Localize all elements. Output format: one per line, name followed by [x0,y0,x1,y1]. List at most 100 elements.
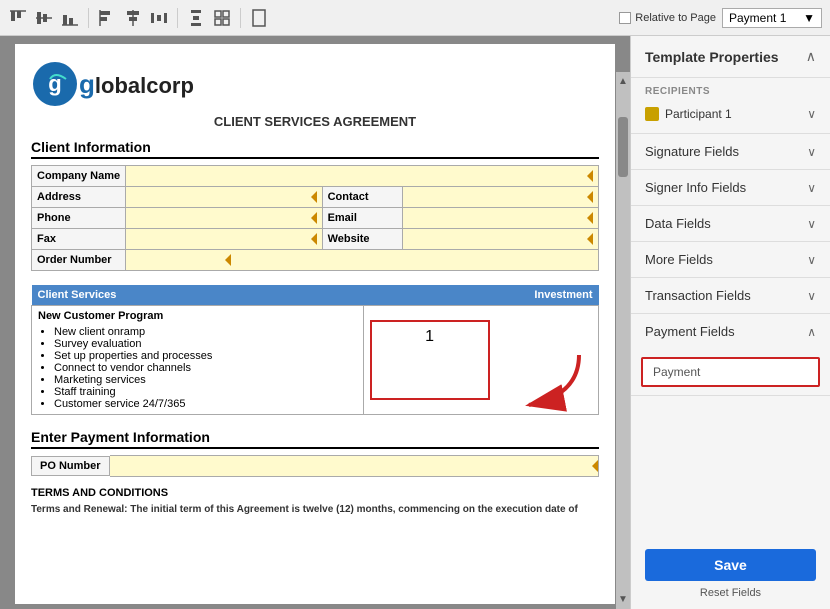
contact-label: Contact [322,187,402,208]
phone-fill [131,211,316,225]
data-fields-chevron: ∨ [807,217,816,231]
services-col-header: Client Services [32,285,364,306]
align-top-icon[interactable] [8,8,28,28]
distribute-v-icon[interactable] [186,8,206,28]
template-properties-title: Template Properties [645,49,779,65]
align-center-v-icon[interactable] [34,8,54,28]
payment-field-label: Payment [653,365,700,379]
address-label: Address [32,187,126,208]
template-properties-chevron: ∧ [806,48,816,65]
transaction-fields-accordion: Transaction Fields ∨ [631,278,830,314]
align-center-h-icon[interactable] [123,8,143,28]
main-area: g g lobalcorp CLIENT SERVICES AGREEMENT … [0,36,830,609]
phone-label: Phone [32,208,126,229]
po-row: PO Number [31,455,599,477]
distribute-h-icon[interactable] [149,8,169,28]
doc-scroll[interactable]: g g lobalcorp CLIENT SERVICES AGREEMENT … [0,36,630,609]
email-label: Email [322,208,402,229]
list-item: Connect to vendor channels [54,362,357,374]
contact-field[interactable] [402,187,598,208]
participant-color [645,107,659,121]
more-fields-chevron: ∨ [807,253,816,267]
scroll-thumb[interactable] [618,117,628,177]
signer-info-fields-header[interactable]: Signer Info Fields ∨ [631,170,830,205]
website-field[interactable] [402,229,598,250]
address-fill [131,190,316,204]
contact-fill [408,190,593,204]
email-field[interactable] [402,208,598,229]
recipients-label: RECIPIENTS [645,86,816,97]
align-left-icon[interactable] [97,8,117,28]
resize-icon[interactable] [212,8,232,28]
doc-page: g g lobalcorp CLIENT SERVICES AGREEMENT … [15,44,615,604]
data-fields-label: Data Fields [645,216,711,231]
page-icon[interactable] [249,8,269,28]
list-item: Customer service 24/7/365 [54,398,357,410]
po-number-label: PO Number [31,456,110,476]
page-dropdown[interactable]: Payment 1 ▼ [722,8,822,28]
program-items: New client onramp Survey evaluation Set … [38,326,357,410]
list-item: Survey evaluation [54,338,357,350]
email-fill [408,211,593,225]
terms-section: TERMS AND CONDITIONS Terms and Renewal: … [31,487,599,517]
company-name-field[interactable] [126,166,599,187]
signature-fields-accordion: Signature Fields ∨ [631,134,830,170]
payment-title: Enter Payment Information [31,429,599,449]
payment-fields-chevron: ∧ [807,325,816,339]
program-name: New Customer Program [38,310,357,322]
save-button[interactable]: Save [645,549,816,581]
payment-fields-content: Payment [631,349,830,395]
scroll-bar[interactable]: ▲ ▼ [616,72,630,609]
participant-name: Participant 1 [665,107,807,121]
list-item: Set up properties and processes [54,350,357,362]
fax-label: Fax [32,229,126,250]
more-fields-header[interactable]: More Fields ∨ [631,242,830,277]
transaction-fields-chevron: ∨ [807,289,816,303]
participant-item[interactable]: Participant 1 ∨ [645,103,816,125]
list-item: New client onramp [54,326,357,338]
website-label: Website [322,229,402,250]
separator-2 [177,8,178,28]
logo-area: g g lobalcorp [31,60,599,108]
payment-field-item[interactable]: Payment [641,357,820,387]
participant-chevron: ∨ [807,107,816,121]
logo-icon: g [31,60,79,108]
po-fill-marker [592,460,598,472]
investment-value: 1 [425,328,434,345]
signer-info-fields-label: Signer Info Fields [645,180,746,195]
template-properties-header[interactable]: Template Properties ∧ [631,36,830,78]
investment-field[interactable]: 1 [370,320,490,400]
align-bottom-icon[interactable] [60,8,80,28]
data-fields-header[interactable]: Data Fields ∨ [631,206,830,241]
services-table: Client Services Investment New Customer … [31,285,599,415]
more-fields-accordion: More Fields ∨ [631,242,830,278]
investment-cell: 1 [363,306,598,415]
po-number-field[interactable] [110,455,599,477]
order-number-field[interactable] [126,250,599,271]
signature-fields-header[interactable]: Signature Fields ∨ [631,134,830,169]
program-cell: New Customer Program New client onramp S… [32,306,364,415]
signer-info-fields-accordion: Signer Info Fields ∨ [631,170,830,206]
signature-fields-chevron: ∨ [807,145,816,159]
more-fields-label: More Fields [645,252,713,267]
fax-field[interactable] [126,229,322,250]
website-fill [408,232,593,246]
phone-field[interactable] [126,208,322,229]
relative-checkbox[interactable] [619,12,631,24]
terms-text: Terms and Renewal: The initial term of t… [31,503,599,517]
document-panel: g g lobalcorp CLIENT SERVICES AGREEMENT … [0,36,630,609]
separator-1 [88,8,89,28]
transaction-fields-header[interactable]: Transaction Fields ∨ [631,278,830,313]
company-name-label: Company Name [32,166,126,187]
list-item: Staff training [54,386,357,398]
recipients-section: RECIPIENTS Participant 1 ∨ [631,78,830,134]
signer-info-fields-chevron: ∨ [807,181,816,195]
address-field[interactable] [126,187,322,208]
save-section: Save Reset Fields [631,539,830,609]
payment-fields-header[interactable]: Payment Fields ∧ [631,314,830,349]
investment-col-header: Investment [363,285,598,306]
relative-to-page-label: Relative to Page [619,12,716,24]
reset-fields-link[interactable]: Reset Fields [645,587,816,599]
list-item: Marketing services [54,374,357,386]
signature-fields-label: Signature Fields [645,144,739,159]
